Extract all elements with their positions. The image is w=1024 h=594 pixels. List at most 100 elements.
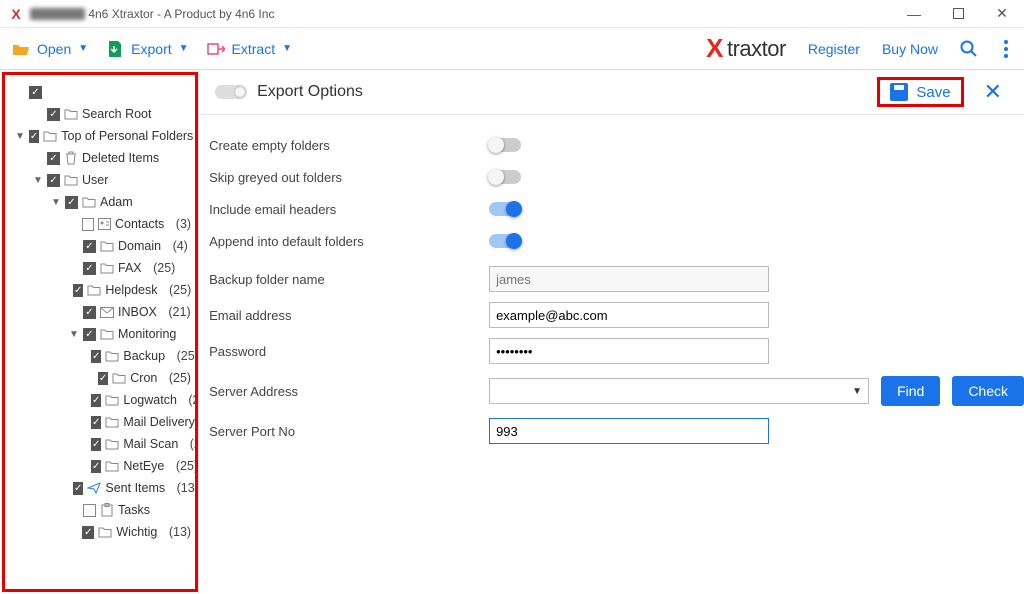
tree-item[interactable]: ✓Deleted Items — [9, 147, 191, 169]
tree-item[interactable]: ✓ — [9, 81, 191, 103]
expand-caret-icon[interactable]: ▼ — [69, 329, 79, 340]
contact-icon — [98, 217, 111, 231]
tree-checkbox[interactable] — [83, 504, 96, 517]
chevron-down-icon: ▼ — [179, 43, 189, 54]
tree-item[interactable]: ✓INBOX (21) — [9, 301, 191, 323]
tree-item-label: Sent Items — [105, 481, 165, 495]
tree-item-count: (21) — [168, 305, 190, 319]
tree-checkbox[interactable]: ✓ — [91, 416, 101, 429]
tree-item-label: Top of Personal Folders — [61, 129, 193, 143]
tree-item-count: (25) — [177, 349, 199, 363]
tree-checkbox[interactable]: ✓ — [91, 438, 101, 451]
tree-checkbox[interactable]: ✓ — [29, 86, 42, 99]
extract-menu[interactable]: Extract▼ — [207, 40, 292, 58]
server-address-dropdown[interactable]: ▼ — [489, 378, 869, 404]
tree-item[interactable]: ✓Backup (25) — [9, 345, 191, 367]
buy-now-link[interactable]: Buy Now — [882, 41, 938, 57]
tree-item-label: Backup — [123, 349, 165, 363]
tree-item[interactable]: ✓Helpdesk (25) — [9, 279, 191, 301]
server-port-input[interactable] — [490, 419, 768, 443]
tree-item[interactable]: ✓Sent Items (13) — [9, 477, 191, 499]
tree-checkbox[interactable]: ✓ — [83, 328, 96, 341]
tree-item[interactable]: ✓FAX (25) — [9, 257, 191, 279]
tree-checkbox[interactable]: ✓ — [47, 174, 60, 187]
tree-checkbox[interactable]: ✓ — [73, 284, 83, 297]
tree-checkbox[interactable]: ✓ — [65, 196, 78, 209]
folder-icon — [105, 459, 119, 473]
email-input[interactable] — [489, 302, 769, 328]
tree-checkbox[interactable]: ✓ — [83, 262, 96, 275]
close-window-button[interactable]: ✕ — [980, 0, 1024, 28]
tree-checkbox[interactable]: ✓ — [83, 306, 96, 319]
save-button[interactable]: Save — [877, 77, 963, 107]
minimize-button[interactable]: — — [892, 0, 936, 28]
include-headers-toggle[interactable] — [489, 202, 521, 216]
tree-checkbox[interactable]: ✓ — [47, 108, 60, 121]
folder-open-icon — [12, 40, 30, 58]
chevron-down-icon: ▼ — [282, 43, 292, 54]
tree-item[interactable]: ✓Wichtig (13) — [9, 521, 191, 543]
tree-checkbox[interactable]: ✓ — [47, 152, 60, 165]
folder-icon — [105, 415, 119, 429]
tree-checkbox[interactable]: ✓ — [82, 526, 94, 539]
tree-item[interactable]: ✓NetEye (25) — [9, 455, 191, 477]
tree-item-label: Cron — [130, 371, 157, 385]
tree-checkbox[interactable]: ✓ — [91, 394, 101, 407]
tree-checkbox[interactable] — [82, 218, 94, 231]
tree-item[interactable]: ✓Logwatch (25) — [9, 389, 191, 411]
panel-toggle[interactable] — [215, 85, 247, 99]
server-address-label: Server Address — [199, 384, 489, 399]
tree-item-label: User — [82, 173, 108, 187]
main-toolbar: Open▼ Export▼ Extract▼ Xtraxtor Register… — [0, 28, 1024, 70]
tree-checkbox[interactable]: ✓ — [83, 240, 96, 253]
tree-item[interactable]: Contacts (3) — [9, 213, 191, 235]
find-button[interactable]: Find — [881, 376, 940, 406]
append-default-toggle[interactable] — [489, 234, 521, 248]
expand-caret-icon[interactable]: ▼ — [33, 175, 43, 186]
tree-item[interactable]: ▼✓Adam — [9, 191, 191, 213]
tree-checkbox[interactable]: ✓ — [91, 460, 101, 473]
window-title: 4n6 Xtraxtor - A Product by 4n6 Inc — [30, 7, 274, 21]
backup-name-input[interactable] — [489, 266, 769, 292]
folder-icon — [105, 349, 119, 363]
tree-item[interactable]: ✓Mail Scan (25) — [9, 433, 191, 455]
tree-item[interactable]: Tasks — [9, 499, 191, 521]
folder-icon — [112, 371, 126, 385]
tree-item[interactable]: ▼ ✓ Monitoring — [9, 323, 191, 345]
password-label: Password — [199, 344, 489, 359]
folder-icon — [105, 437, 119, 451]
tree-checkbox[interactable]: ✓ — [98, 372, 108, 385]
backup-name-label: Backup folder name — [199, 272, 489, 287]
export-menu[interactable]: Export▼ — [106, 40, 188, 58]
tree-item-count: (25) — [190, 437, 198, 451]
panel-title: Export Options — [257, 83, 363, 101]
tree-item-label: Monitoring — [118, 327, 176, 341]
create-empty-toggle[interactable] — [489, 138, 521, 152]
maximize-button[interactable] — [936, 0, 980, 28]
include-headers-label: Include email headers — [199, 202, 489, 217]
tree-checkbox[interactable]: ✓ — [91, 350, 101, 363]
folder-icon — [82, 195, 96, 209]
tree-checkbox[interactable]: ✓ — [29, 130, 39, 143]
tree-item[interactable]: ✓Mail Delivery (24) — [9, 411, 191, 433]
expand-caret-icon[interactable]: ▼ — [51, 197, 61, 208]
tree-item[interactable]: ▼ ✓ Top of Personal Folders — [9, 125, 191, 147]
search-icon[interactable] — [960, 40, 978, 58]
open-menu[interactable]: Open▼ — [12, 40, 88, 58]
folder-tree[interactable]: ✓✓Search Root▼✓Top of Personal Folders✓D… — [2, 72, 198, 592]
tree-item[interactable]: ✓Search Root — [9, 103, 191, 125]
tree-checkbox[interactable]: ✓ — [73, 482, 83, 495]
tree-item[interactable]: ✓Domain (4) — [9, 235, 191, 257]
close-panel-button[interactable]: ✕ — [978, 79, 1008, 105]
tree-item[interactable]: ▼ ✓ User — [9, 169, 191, 191]
skip-greyed-toggle[interactable] — [489, 170, 521, 184]
register-link[interactable]: Register — [808, 41, 860, 57]
expand-caret-icon[interactable]: ▼ — [15, 131, 25, 142]
tree-item-label: Contacts — [115, 217, 164, 231]
tree-item-count: (13) — [177, 481, 198, 495]
check-button[interactable]: Check — [952, 376, 1024, 406]
tree-item-count: (25) — [169, 371, 191, 385]
tree-item[interactable]: ✓ Cron (25) — [9, 367, 191, 389]
password-input[interactable] — [489, 338, 769, 364]
more-menu[interactable] — [1000, 36, 1012, 62]
